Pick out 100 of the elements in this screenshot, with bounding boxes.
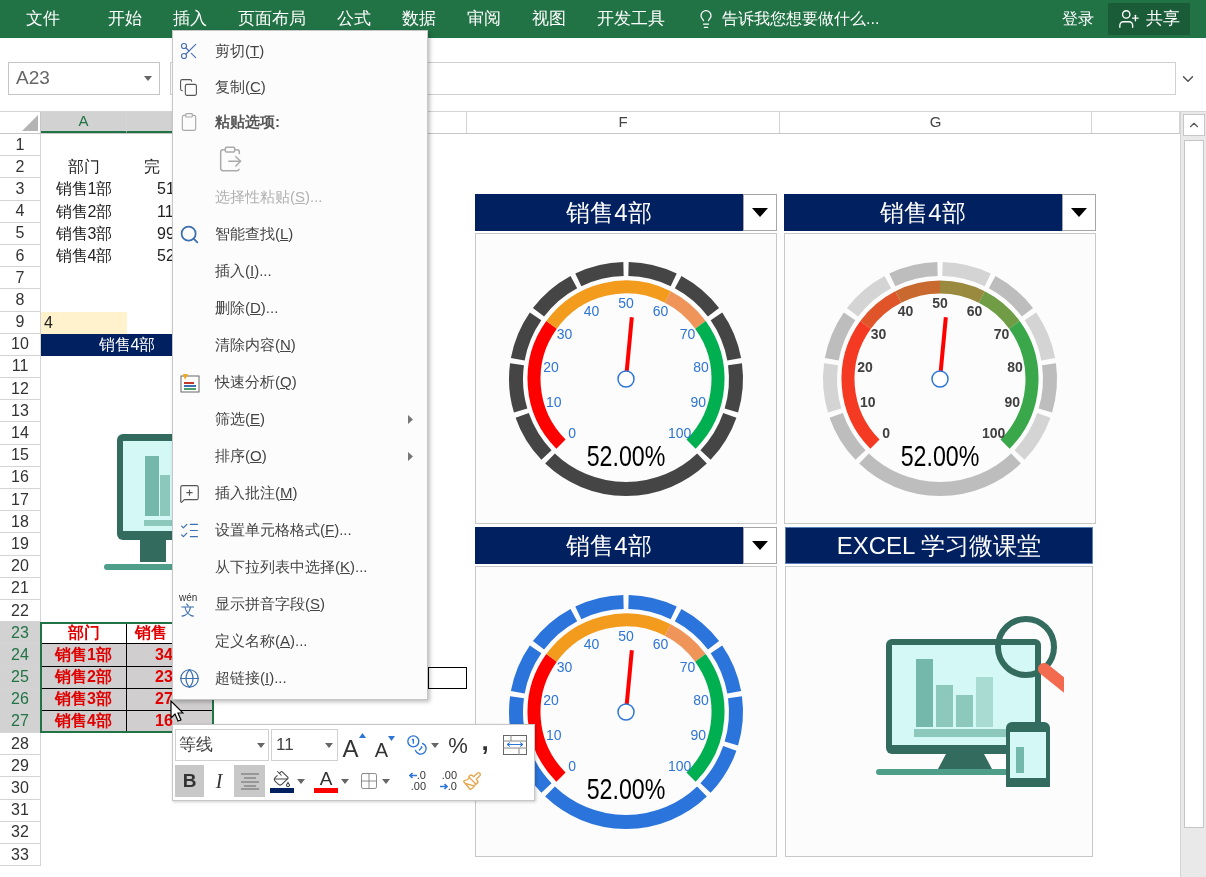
menu-item[interactable]: 剪切(T) (173, 33, 427, 69)
ribbon-tab[interactable]: 开发工具 (597, 6, 665, 32)
row-header[interactable]: 28 (0, 733, 41, 756)
center-align-button[interactable] (234, 765, 265, 797)
column-header[interactable]: A (41, 112, 127, 133)
menu-item[interactable]: wén 文 显示拼音字段(S) (173, 586, 427, 623)
row-header[interactable]: 9 (0, 311, 41, 334)
arrow-left-icon (408, 772, 417, 779)
row-header[interactable]: 3 (0, 178, 41, 201)
gauge-reading: 52.00% (586, 439, 666, 473)
row-header[interactable]: 12 (0, 378, 41, 401)
row-header[interactable]: 7 (0, 267, 41, 290)
decrease-decimal-button[interactable]: .00 .0 (426, 765, 457, 797)
row-header[interactable]: 17 (0, 489, 41, 512)
font-size-field[interactable]: 11 (271, 729, 338, 761)
row-header[interactable]: 15 (0, 444, 41, 467)
menu-item[interactable]: 智能查找(L) (173, 216, 427, 253)
row-header[interactable]: 31 (0, 799, 41, 822)
table-cell-text: 部门 (67, 157, 101, 178)
quick-analysis-icon (179, 371, 201, 394)
table-cell-text: 完 (143, 157, 161, 178)
grow-font-button[interactable]: A (338, 729, 370, 761)
row-header[interactable]: 33 (0, 844, 41, 867)
row-header[interactable]: 19 (0, 533, 41, 556)
row-header[interactable]: 23 (0, 622, 41, 645)
needle-hub (617, 703, 635, 721)
tell-me-search[interactable]: 告诉我您想要做什么... (722, 7, 880, 31)
panel-title-bar: 销售4部 (475, 194, 743, 231)
comma-style-button[interactable]: , (472, 729, 498, 761)
scroll-thumb[interactable] (1183, 140, 1204, 828)
gauge-reading: 52.00% (900, 439, 980, 473)
row-header[interactable]: 4 (0, 200, 41, 223)
row-header[interactable]: 1 (0, 134, 41, 157)
table-cell-text: 销售3部 (54, 223, 114, 244)
row-header[interactable]: 6 (0, 244, 41, 268)
tick-label: 60 (966, 303, 983, 320)
comment-plus-icon (179, 483, 200, 504)
row-header[interactable]: 11 (0, 355, 41, 379)
tick-label: 70 (993, 326, 1010, 343)
increase-decimal-button[interactable]: .0 .00 (395, 765, 426, 797)
menu-item[interactable]: 插入批注(M) (173, 475, 427, 512)
tick-label: 10 (545, 394, 562, 411)
ribbon-tab[interactable]: 审阅 (467, 6, 501, 32)
row-header[interactable]: 20 (0, 555, 41, 578)
row-header[interactable]: 13 (0, 400, 41, 423)
sign-in-link[interactable]: 登录 (1062, 7, 1094, 31)
person-plus-icon (1118, 8, 1140, 30)
search-icon (179, 224, 200, 245)
row-header[interactable]: 24 (0, 644, 41, 667)
ribbon-tab[interactable]: 插入 (173, 6, 207, 32)
row-header[interactable]: 2 (0, 156, 41, 179)
tick-label: 0 (568, 757, 577, 774)
submenu-arrow-icon (408, 415, 413, 424)
menu-item[interactable]: 筛选(E) (173, 401, 427, 438)
table-cell-text: 销售2部 (54, 201, 114, 222)
menu-item[interactable]: 删除(D)... (173, 290, 427, 327)
tick-label: 30 (556, 326, 573, 343)
row-header[interactable]: 21 (0, 577, 41, 600)
name-box[interactable]: A23 (8, 62, 160, 95)
row-header[interactable]: 29 (0, 755, 41, 778)
tick-label: 100 (668, 757, 692, 774)
menu-item[interactable]: 快速分析(Q) (173, 364, 427, 401)
italic-button[interactable]: I (204, 765, 234, 797)
grid-icon (358, 771, 379, 791)
row-header[interactable]: 16 (0, 466, 41, 489)
ribbon-tab[interactable]: 公式 (337, 6, 371, 32)
bold-button[interactable]: B (175, 765, 204, 797)
menu-item[interactable]: 插入(I)... (173, 253, 427, 290)
row-header[interactable]: 30 (0, 777, 41, 800)
dropdown-button[interactable] (1062, 194, 1096, 231)
row-header[interactable]: 5 (0, 222, 41, 245)
ribbon-tab[interactable]: 文件 (26, 6, 60, 32)
row-header[interactable]: 22 (0, 599, 41, 623)
dropdown-button[interactable] (743, 194, 777, 231)
row-header[interactable]: 14 (0, 422, 41, 445)
share-button[interactable]: 共享 (1108, 3, 1190, 35)
scroll-up-button[interactable] (1182, 114, 1205, 136)
dropdown-button[interactable] (743, 527, 777, 564)
triangle-down-icon (388, 736, 396, 741)
caret-down-icon (381, 778, 390, 784)
percent-button[interactable]: % (444, 729, 472, 761)
ribbon-tab[interactable]: 页面布局 (238, 6, 306, 32)
row-header[interactable]: 32 (0, 821, 41, 844)
ribbon-tab[interactable]: 视图 (532, 6, 566, 32)
row-header[interactable]: 8 (0, 289, 41, 312)
shrink-font-button[interactable]: A (370, 729, 400, 761)
menu-item[interactable]: 复制(C) (173, 69, 427, 105)
ribbon-tab[interactable]: 开始 (108, 6, 142, 32)
menu-item[interactable]: 从下拉列表中选择(K)... (173, 549, 427, 586)
font-color-button[interactable]: A (310, 765, 353, 797)
ribbon-tab[interactable]: 数据 (402, 6, 436, 32)
scissors-icon (179, 41, 199, 61)
menu-item[interactable]: 设置单元格格式(F)... (173, 512, 427, 549)
menu-item[interactable]: 排序(O) (173, 438, 427, 475)
tick-label: 50 (618, 295, 634, 311)
font-name-field[interactable]: 等线 (175, 729, 269, 761)
row-header[interactable]: 18 (0, 511, 41, 534)
row-header[interactable]: 10 (0, 333, 41, 356)
tick-label: 50 (618, 628, 634, 644)
table-cell-text: 销售4部 (54, 246, 114, 267)
